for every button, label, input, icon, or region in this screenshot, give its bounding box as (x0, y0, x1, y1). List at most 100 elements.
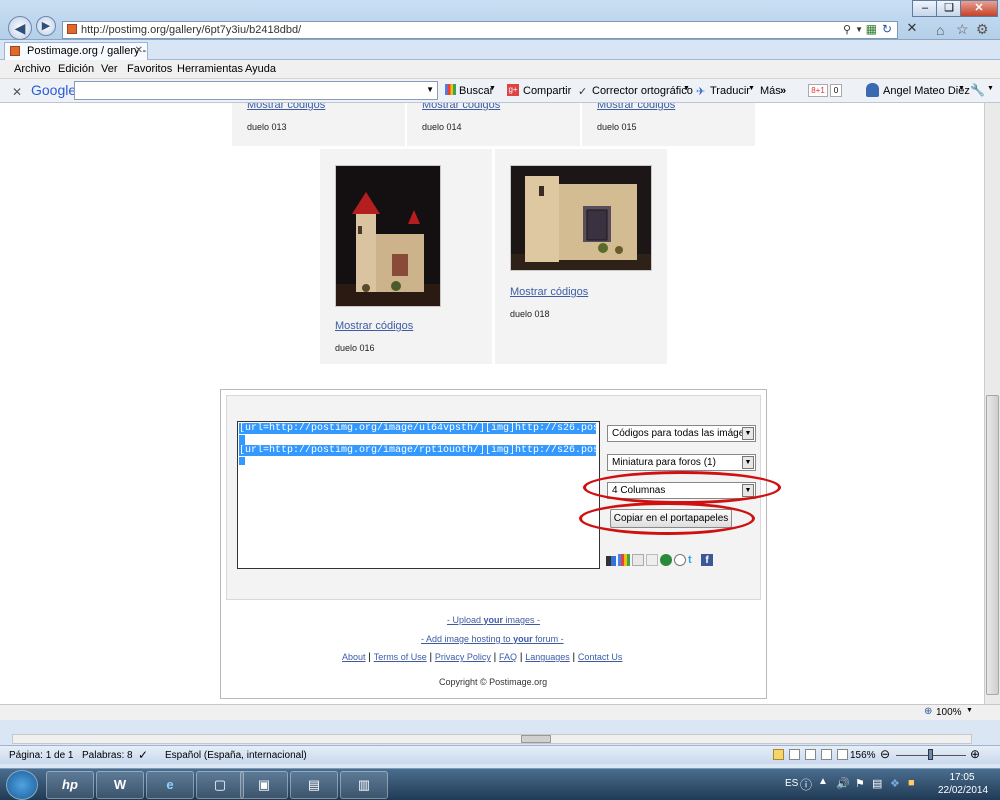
clock-time[interactable]: 17:05 (942, 772, 982, 783)
compartir-button[interactable]: Compartir (523, 85, 571, 97)
digg-icon[interactable] (632, 554, 644, 566)
twitter-icon[interactable]: t (688, 554, 700, 566)
codes-type-select[interactable]: Códigos para todas las imáge ▼ (607, 425, 756, 442)
myspace-icon[interactable] (646, 554, 658, 566)
draft-view-icon[interactable] (837, 749, 848, 760)
page-count[interactable]: Página: 1 de 1 (9, 750, 74, 761)
tab-postimage-gallery[interactable]: Postimage.org / gallery - d... ✕ (4, 42, 148, 73)
about-link[interactable]: About (342, 652, 366, 662)
start-button[interactable] (6, 770, 38, 800)
zoom-icon[interactable]: ⊕ (924, 706, 932, 717)
zoom-out-icon[interactable]: ⊖ (880, 747, 890, 761)
scrollbar-thumb[interactable] (986, 395, 999, 695)
menu-edicion[interactable]: Edición (58, 63, 94, 75)
outline-view-icon[interactable] (821, 749, 832, 760)
mas-button[interactable]: Más (760, 85, 781, 97)
menu-ver[interactable]: Ver (101, 63, 118, 75)
input-language[interactable]: ES (785, 778, 798, 789)
ie-taskbar-icon[interactable]: e (146, 771, 194, 799)
close-toolbar-icon[interactable]: ✕ (12, 85, 22, 99)
print-layout-view-icon[interactable] (773, 749, 784, 760)
home-icon[interactable]: ⌂ (936, 22, 944, 38)
zoom-slider-thumb[interactable] (928, 749, 933, 760)
full-screen-view-icon[interactable] (789, 749, 800, 760)
help-icon[interactable]: ⓘ (800, 776, 812, 793)
volume-icon[interactable]: 🔊 (836, 777, 850, 790)
facebook-icon[interactable]: f (701, 554, 713, 566)
vertical-scrollbar[interactable] (984, 103, 1000, 720)
document-language[interactable]: Español (España, internacional) (165, 750, 307, 761)
plusone-button[interactable]: 8+1 (808, 84, 828, 97)
show-codes-link[interactable]: Mostrar códigos (510, 286, 588, 298)
upload-images-link[interactable]: - Upload your images - (447, 615, 540, 625)
stumbleupon-icon[interactable] (660, 554, 672, 566)
zoom-in-icon[interactable]: ⊕ (970, 747, 980, 761)
refresh-icon[interactable]: ↻ (882, 21, 892, 37)
package-taskbar-icon[interactable]: ▣ (240, 771, 288, 799)
proofing-icon[interactable]: ✓ (138, 748, 148, 762)
horizontal-scrollbar-thumb[interactable] (521, 735, 551, 743)
wrench-dropdown-icon[interactable]: ▼ (987, 85, 994, 92)
hp-taskbar-icon[interactable]: hp (46, 771, 94, 799)
traducir-dropdown-icon[interactable]: ▼ (748, 85, 755, 92)
folder-app-taskbar-icon[interactable]: ▢ (196, 771, 244, 799)
codes-textarea[interactable]: [url=http://postimg.org/image/ul64vpsth/… (237, 421, 600, 569)
stop-icon[interactable]: ✕ (902, 20, 922, 40)
network-icon[interactable]: ▤ (872, 777, 882, 790)
web-layout-view-icon[interactable] (805, 749, 816, 760)
clock-date[interactable]: 22/02/2014 (936, 785, 990, 796)
explorer-taskbar-icon[interactable]: ▤ (290, 771, 338, 799)
maximize-button[interactable]: ❑ (936, 0, 962, 17)
word-taskbar-icon[interactable]: W (96, 771, 144, 799)
reddit-icon[interactable] (674, 554, 686, 566)
close-window-button[interactable]: ✕ (960, 0, 998, 17)
menu-ayuda[interactable]: Ayuda (245, 63, 276, 75)
show-codes-link[interactable]: Mostrar códigos (597, 103, 675, 111)
buscar-dropdown-icon[interactable]: ▼ (489, 85, 496, 92)
tray-expand-icon[interactable]: ▲ (818, 776, 828, 787)
corrector-dropdown-icon[interactable]: ▼ (683, 85, 690, 92)
forward-button[interactable]: ▶ (36, 16, 56, 36)
zoom-level[interactable]: 100% (936, 707, 962, 718)
show-codes-link[interactable]: Mostrar códigos (247, 103, 325, 111)
delicious-icon[interactable] (606, 556, 616, 566)
terms-link[interactable]: Terms of Use (374, 652, 427, 662)
settings-gear-icon[interactable]: ⚙ (976, 21, 989, 38)
menu-herramientas[interactable]: Herramientas (177, 63, 243, 75)
user-dropdown-icon[interactable]: ▼ (958, 85, 965, 92)
zoom-dropdown-icon[interactable]: ▼ (966, 707, 973, 714)
word-count[interactable]: Palabras: 8 (82, 750, 133, 761)
corrector-button[interactable]: Corrector ortográfico (592, 85, 693, 97)
window-taskbar-icon[interactable]: ▥ (340, 771, 388, 799)
shield-icon[interactable]: ■ (908, 777, 915, 789)
address-dropdown-icon[interactable]: ▼ (855, 22, 863, 38)
thumbnail-duelo-016[interactable] (335, 165, 441, 307)
show-codes-link[interactable]: Mostrar códigos (335, 320, 413, 332)
faq-link[interactable]: FAQ (499, 652, 517, 662)
flag-icon[interactable]: ⚑ (855, 777, 865, 790)
search-icon[interactable]: ⚲ (843, 22, 851, 38)
user-name[interactable]: Angel Mateo Diez (883, 85, 970, 97)
dropbox-icon[interactable]: ❖ (890, 777, 900, 790)
menu-archivo[interactable]: Archivo (14, 63, 51, 75)
google-search-input[interactable]: ▼ (74, 81, 438, 100)
add-hosting-link[interactable]: - Add image hosting to your forum - (421, 634, 564, 644)
minimize-button[interactable]: – (912, 0, 938, 17)
favorites-star-icon[interactable]: ☆ (956, 21, 969, 38)
contact-link[interactable]: Contact Us (578, 652, 623, 662)
word-zoom-level[interactable]: 156% (850, 750, 876, 761)
horizontal-scrollbar[interactable] (12, 734, 972, 744)
compat-icon[interactable]: ▦ (866, 21, 877, 37)
thumbnail-type-select[interactable]: Miniatura para foros (1) ▼ (607, 454, 756, 471)
languages-link[interactable]: Languages (525, 652, 570, 662)
google-bookmarks-icon[interactable] (618, 554, 630, 566)
privacy-link[interactable]: Privacy Policy (435, 652, 491, 662)
wrench-icon[interactable]: 🔧 (970, 83, 985, 97)
show-codes-link[interactable]: Mostrar códigos (422, 103, 500, 111)
traducir-button[interactable]: Traducir (710, 85, 750, 97)
search-history-dropdown-icon[interactable]: ▼ (426, 85, 434, 94)
address-bar[interactable]: http://postimg.org/gallery/6pt7y3iu/b241… (62, 21, 898, 39)
back-button[interactable]: ◀ (8, 16, 32, 40)
menu-favoritos[interactable]: Favoritos (127, 63, 172, 75)
thumbnail-duelo-018[interactable] (510, 165, 652, 271)
